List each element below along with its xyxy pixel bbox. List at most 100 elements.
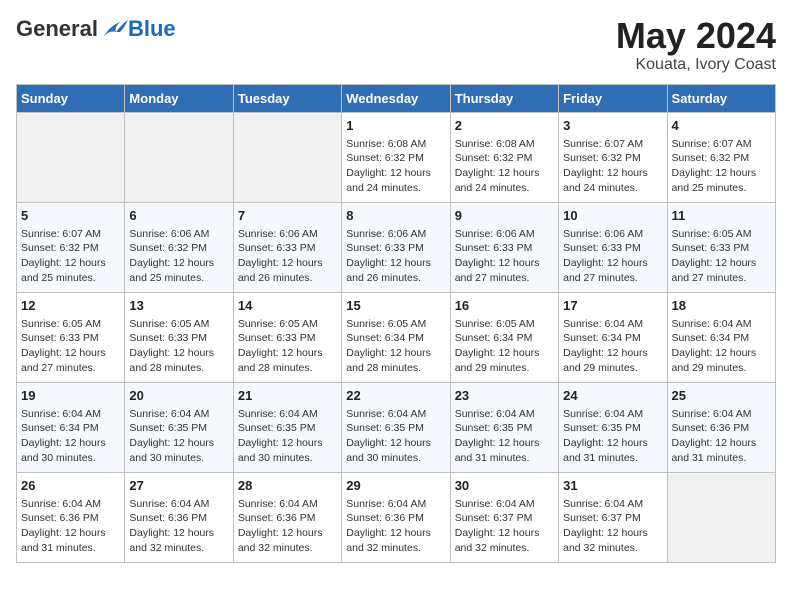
cell-info: Sunrise: 6:04 AM Sunset: 6:35 PM Dayligh…	[455, 407, 554, 466]
day-number: 19	[21, 387, 120, 405]
day-number: 14	[238, 297, 337, 315]
calendar-cell: 6Sunrise: 6:06 AM Sunset: 6:32 PM Daylig…	[125, 202, 233, 292]
cell-info: Sunrise: 6:07 AM Sunset: 6:32 PM Dayligh…	[563, 137, 662, 196]
day-number: 13	[129, 297, 228, 315]
day-number: 23	[455, 387, 554, 405]
calendar-cell	[125, 112, 233, 202]
day-number: 21	[238, 387, 337, 405]
day-number: 25	[672, 387, 771, 405]
calendar-week-row: 1 Sunrise: 6:08 AM Sunset: 6:32 PM Daylig…	[17, 112, 776, 202]
cell-info: Sunrise: 6:04 AM Sunset: 6:36 PM Dayligh…	[346, 497, 445, 556]
cell-info: Sunrise: 6:05 AM Sunset: 6:34 PM Dayligh…	[346, 317, 445, 376]
month-title: May 2024	[616, 16, 776, 56]
calendar-cell	[17, 112, 125, 202]
calendar-cell: 12Sunrise: 6:05 AM Sunset: 6:33 PM Dayli…	[17, 292, 125, 382]
calendar-cell: 7 Sunrise: 6:06 AM Sunset: 6:33 PM Daylig…	[233, 202, 341, 292]
calendar-cell	[233, 112, 341, 202]
cell-info: Sunrise: 6:05 AM Sunset: 6:33 PM Dayligh…	[238, 317, 337, 376]
cell-info: Sunrise: 6:06 AM Sunset: 6:33 PM Dayligh…	[346, 227, 445, 286]
logo-blue: Blue	[128, 16, 176, 42]
calendar-cell: 23 Sunrise: 6:04 AM Sunset: 6:35 PM Dayli…	[450, 382, 558, 472]
weekday-header: Thursday	[450, 84, 558, 112]
cell-info: Sunrise: 6:08 AM Sunset: 6:32 PM Dayligh…	[346, 137, 445, 196]
calendar-cell: 30 Sunrise: 6:04 AM Sunset: 6:37 PM Dayli…	[450, 472, 558, 562]
cell-info: Sunrise: 6:04 AM Sunset: 6:34 PM Dayligh…	[21, 407, 120, 466]
day-number: 31	[563, 477, 662, 495]
calendar-cell: 14 Sunrise: 6:05 AM Sunset: 6:33 PM Dayli…	[233, 292, 341, 382]
cell-info: Sunrise: 6:04 AM Sunset: 6:35 PM Dayligh…	[563, 407, 662, 466]
cell-info: Sunrise: 6:05 AM Sunset: 6:34 PM Dayligh…	[455, 317, 554, 376]
day-number: 10	[563, 207, 662, 225]
location-title: Kouata, Ivory Coast	[616, 56, 776, 74]
calendar-cell: 13 Sunrise: 6:05 AM Sunset: 6:33 PM Dayli…	[125, 292, 233, 382]
weekday-header: Saturday	[667, 84, 775, 112]
logo: General Blue	[16, 16, 176, 42]
day-number: 9	[455, 207, 554, 225]
cell-info: Sunrise: 6:06 AM Sunset: 6:33 PM Dayligh…	[455, 227, 554, 286]
cell-info: Sunrise: 6:05 AM Sunset: 6:33 PM Dayligh…	[21, 317, 120, 376]
calendar-cell: 3 Sunrise: 6:07 AM Sunset: 6:32 PM Daylig…	[559, 112, 667, 202]
cell-info: Sunrise: 6:04 AM Sunset: 6:35 PM Dayligh…	[346, 407, 445, 466]
day-number: 30	[455, 477, 554, 495]
calendar-cell: 16Sunrise: 6:05 AM Sunset: 6:34 PM Dayli…	[450, 292, 558, 382]
cell-info: Sunrise: 6:05 AM Sunset: 6:33 PM Dayligh…	[129, 317, 228, 376]
calendar-cell: 10 Sunrise: 6:06 AM Sunset: 6:33 PM Dayli…	[559, 202, 667, 292]
day-number: 11	[672, 207, 771, 225]
logo-general: General	[16, 16, 98, 42]
cell-info: Sunrise: 6:04 AM Sunset: 6:37 PM Dayligh…	[563, 497, 662, 556]
calendar-cell: 2 Sunrise: 6:08 AM Sunset: 6:32 PM Daylig…	[450, 112, 558, 202]
calendar-cell: 22 Sunrise: 6:04 AM Sunset: 6:35 PM Dayli…	[342, 382, 450, 472]
day-number: 3	[563, 117, 662, 135]
calendar-header-row: SundayMondayTuesdayWednesdayThursdayFrid…	[17, 84, 776, 112]
calendar-cell: 26 Sunrise: 6:04 AM Sunset: 6:36 PM Dayli…	[17, 472, 125, 562]
calendar-table: SundayMondayTuesdayWednesdayThursdayFrid…	[16, 84, 776, 563]
day-number: 6	[129, 207, 228, 225]
weekday-header: Tuesday	[233, 84, 341, 112]
calendar-cell	[667, 472, 775, 562]
calendar-cell: 11 Sunrise: 6:05 AM Sunset: 6:33 PM Dayli…	[667, 202, 775, 292]
day-number: 2	[455, 117, 554, 135]
calendar-cell: 1 Sunrise: 6:08 AM Sunset: 6:32 PM Daylig…	[342, 112, 450, 202]
calendar-week-row: 12Sunrise: 6:05 AM Sunset: 6:33 PM Dayli…	[17, 292, 776, 382]
cell-info: Sunrise: 6:06 AM Sunset: 6:33 PM Dayligh…	[563, 227, 662, 286]
day-number: 17	[563, 297, 662, 315]
day-number: 5	[21, 207, 120, 225]
day-number: 27	[129, 477, 228, 495]
calendar-cell: 8Sunrise: 6:06 AM Sunset: 6:33 PM Daylig…	[342, 202, 450, 292]
cell-info: Sunrise: 6:08 AM Sunset: 6:32 PM Dayligh…	[455, 137, 554, 196]
weekday-header: Monday	[125, 84, 233, 112]
day-number: 28	[238, 477, 337, 495]
calendar-cell: 20Sunrise: 6:04 AM Sunset: 6:35 PM Dayli…	[125, 382, 233, 472]
day-number: 20	[129, 387, 228, 405]
calendar-week-row: 26 Sunrise: 6:04 AM Sunset: 6:36 PM Dayli…	[17, 472, 776, 562]
day-number: 7	[238, 207, 337, 225]
cell-info: Sunrise: 6:04 AM Sunset: 6:34 PM Dayligh…	[672, 317, 771, 376]
day-number: 4	[672, 117, 771, 135]
calendar-cell: 21 Sunrise: 6:04 AM Sunset: 6:35 PM Dayli…	[233, 382, 341, 472]
day-number: 26	[21, 477, 120, 495]
day-number: 15	[346, 297, 445, 315]
calendar-cell: 29 Sunrise: 6:04 AM Sunset: 6:36 PM Dayli…	[342, 472, 450, 562]
cell-info: Sunrise: 6:07 AM Sunset: 6:32 PM Dayligh…	[21, 227, 120, 286]
cell-info: Sunrise: 6:04 AM Sunset: 6:37 PM Dayligh…	[455, 497, 554, 556]
calendar-week-row: 19 Sunrise: 6:04 AM Sunset: 6:34 PM Dayli…	[17, 382, 776, 472]
cell-info: Sunrise: 6:04 AM Sunset: 6:36 PM Dayligh…	[238, 497, 337, 556]
cell-info: Sunrise: 6:04 AM Sunset: 6:34 PM Dayligh…	[563, 317, 662, 376]
page-header: General Blue May 2024 Kouata, Ivory Coas…	[16, 16, 776, 74]
cell-info: Sunrise: 6:06 AM Sunset: 6:33 PM Dayligh…	[238, 227, 337, 286]
calendar-cell: 19 Sunrise: 6:04 AM Sunset: 6:34 PM Dayli…	[17, 382, 125, 472]
calendar-cell: 25 Sunrise: 6:04 AM Sunset: 6:36 PM Dayli…	[667, 382, 775, 472]
cell-info: Sunrise: 6:04 AM Sunset: 6:35 PM Dayligh…	[238, 407, 337, 466]
calendar-cell: 9 Sunrise: 6:06 AM Sunset: 6:33 PM Daylig…	[450, 202, 558, 292]
cell-info: Sunrise: 6:04 AM Sunset: 6:36 PM Dayligh…	[672, 407, 771, 466]
weekday-header: Friday	[559, 84, 667, 112]
calendar-cell: 24 Sunrise: 6:04 AM Sunset: 6:35 PM Dayli…	[559, 382, 667, 472]
day-number: 29	[346, 477, 445, 495]
day-number: 22	[346, 387, 445, 405]
cell-info: Sunrise: 6:04 AM Sunset: 6:36 PM Dayligh…	[21, 497, 120, 556]
calendar-cell: 5 Sunrise: 6:07 AM Sunset: 6:32 PM Daylig…	[17, 202, 125, 292]
calendar-cell: 27Sunrise: 6:04 AM Sunset: 6:36 PM Dayli…	[125, 472, 233, 562]
day-number: 1	[346, 117, 445, 135]
cell-info: Sunrise: 6:05 AM Sunset: 6:33 PM Dayligh…	[672, 227, 771, 286]
day-number: 24	[563, 387, 662, 405]
